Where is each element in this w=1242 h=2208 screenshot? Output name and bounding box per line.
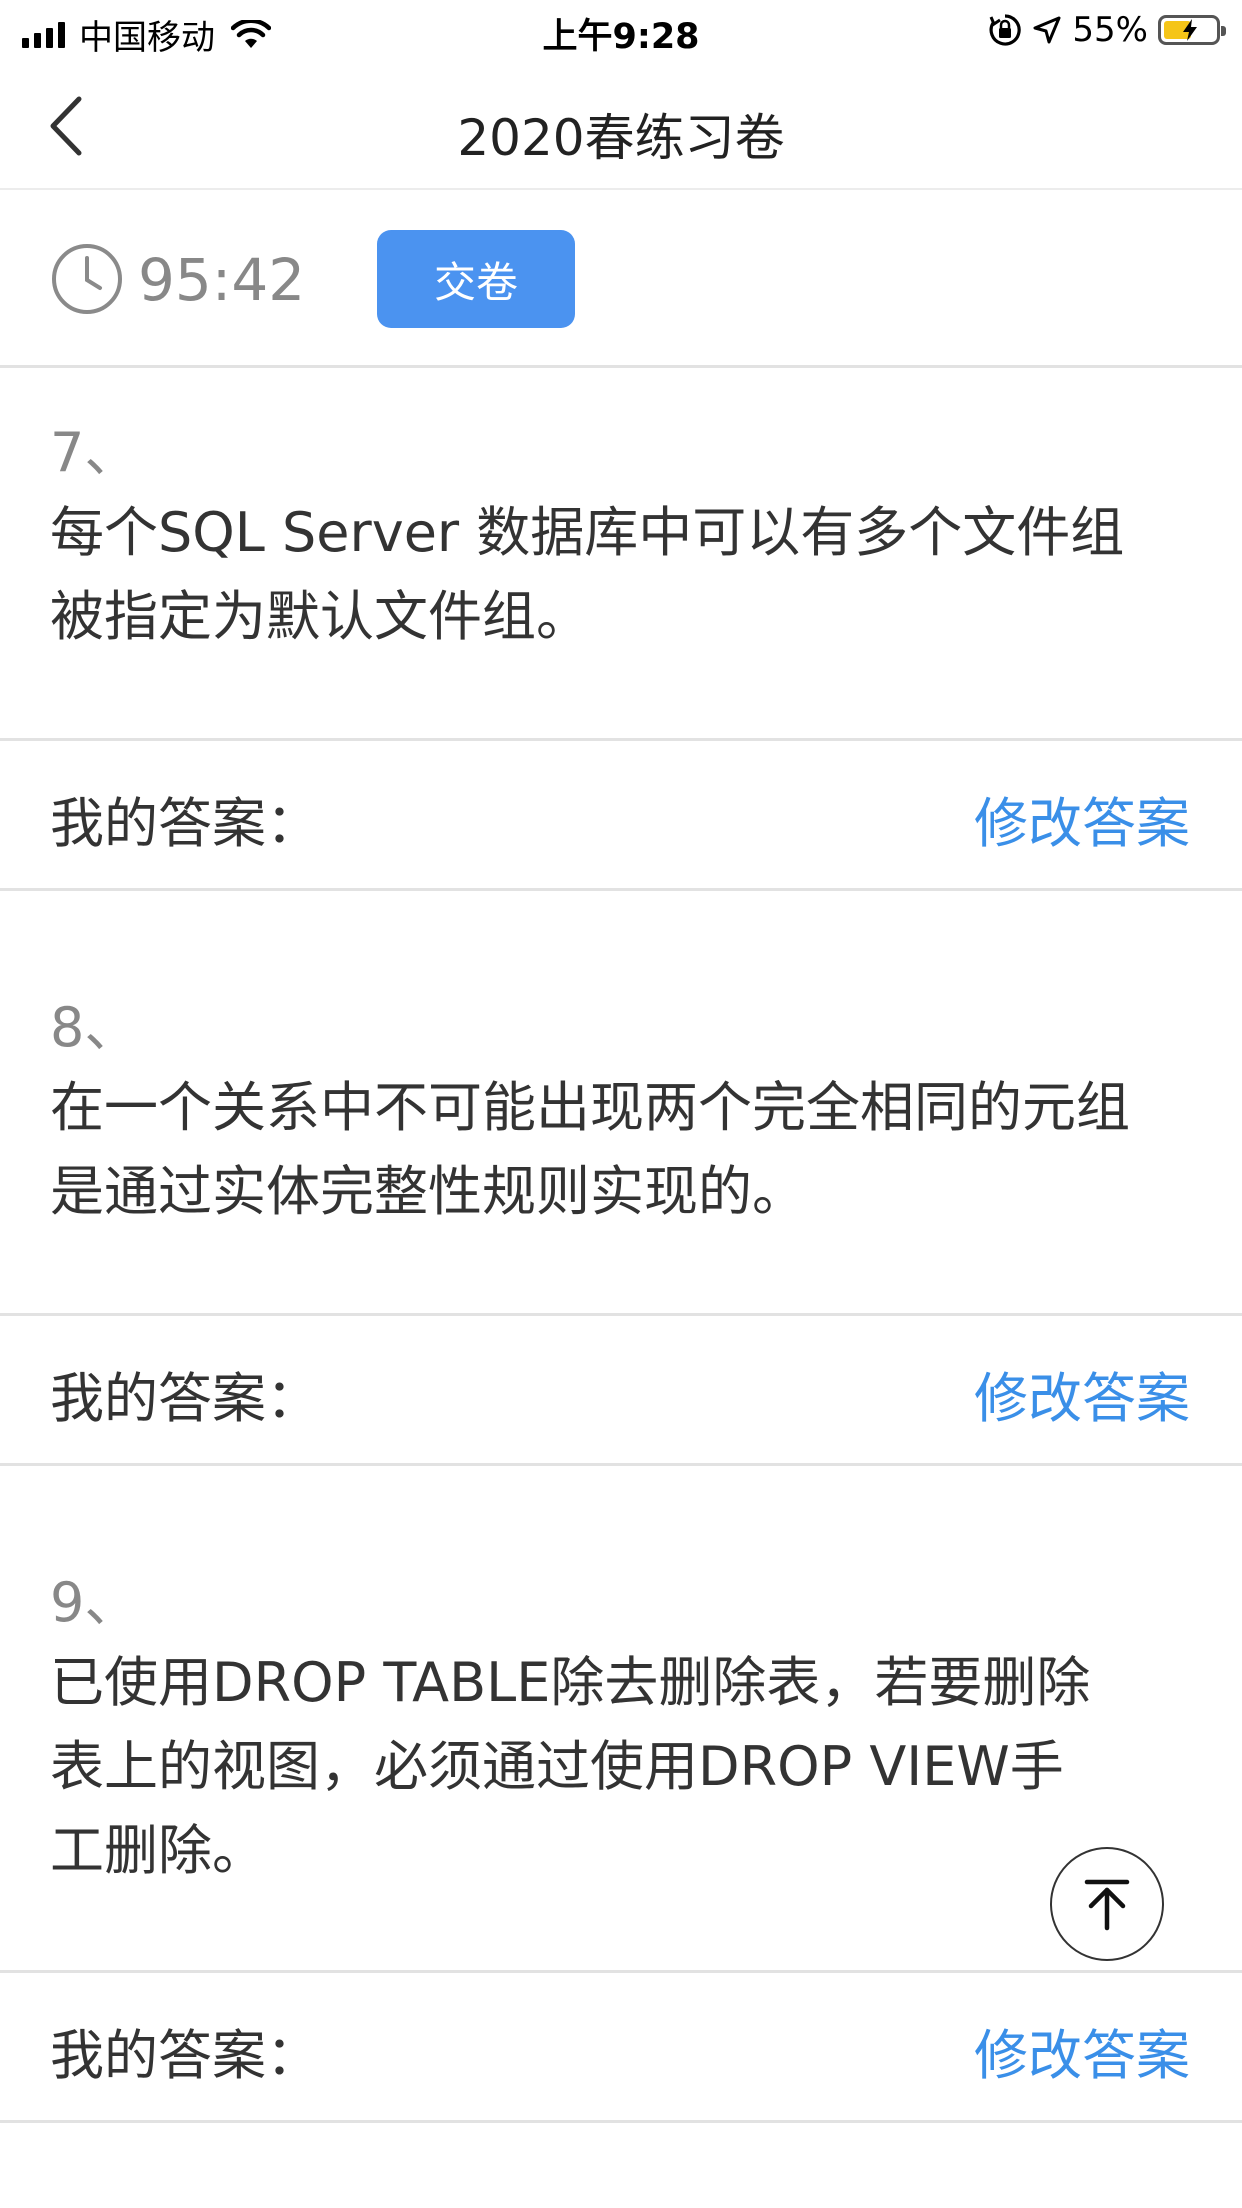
question-line: 表上的视图，必须通过使用DROP VIEW手 (50, 1735, 1064, 1798)
status-right: 55% (988, 10, 1226, 50)
location-icon (1033, 16, 1061, 44)
answer-row: 我的答案： 修改答案 (0, 1970, 1242, 2123)
submit-exam-button[interactable]: 交卷 (377, 230, 575, 328)
question-line: 被指定为默认文件组。 (50, 585, 590, 648)
battery-charging-icon (1158, 15, 1226, 45)
question-item: 7、 每个SQL Server 数据库中可以有多个文件组 被指定为默认文件组。 (0, 408, 1242, 659)
question-text: 已使用DROP TABLE除去删除表，若要删除 表上的视图，必须通过使用DROP… (50, 1641, 1192, 1893)
question-item: 9、 已使用DROP TABLE除去删除表，若要删除 表上的视图，必须通过使用D… (0, 1558, 1242, 1893)
answer-row: 我的答案： 修改答案 (0, 1313, 1242, 1466)
modify-answer-link[interactable]: 修改答案 (974, 1354, 1190, 1433)
answer-row: 我的答案： 修改答案 (0, 738, 1242, 891)
timer-bar: 95:42 交卷 (0, 190, 1242, 368)
question-number: 7、 (50, 421, 139, 484)
question-line: 在一个关系中不可能出现两个完全相同的元组 (50, 1076, 1130, 1139)
nav-bar: 2020春练习卷 (0, 62, 1242, 190)
question-text: 在一个关系中不可能出现两个完全相同的元组 是通过实体完整性规则实现的。 (50, 1066, 1192, 1234)
battery-percent: 55% (1072, 10, 1148, 50)
page-title: 2020春练习卷 (457, 109, 785, 167)
question-line: 工删除。 (50, 1819, 266, 1882)
my-answer-label: 我的答案： (50, 792, 320, 855)
orientation-lock-icon (989, 14, 1022, 46)
question-item: 8、 在一个关系中不可能出现两个完全相同的元组 是通过实体完整性规则实现的。 (0, 983, 1242, 1234)
modify-answer-link[interactable]: 修改答案 (974, 2011, 1190, 2090)
countdown-timer: 95:42 (138, 246, 306, 314)
status-bar: 中国移动 上午9:28 55% (0, 0, 1242, 62)
scroll-to-top-button[interactable] (1050, 1847, 1164, 1961)
question-number: 9、 (50, 1571, 139, 1634)
arrow-up-to-top-icon (1084, 1879, 1130, 1931)
question-number: 8、 (50, 996, 139, 1059)
question-text: 每个SQL Server 数据库中可以有多个文件组 被指定为默认文件组。 (50, 491, 1192, 659)
my-answer-label: 我的答案： (50, 1367, 320, 1430)
modify-answer-link[interactable]: 修改答案 (974, 779, 1190, 858)
question-line: 已使用DROP TABLE除去删除表，若要删除 (50, 1651, 1091, 1714)
clock-icon (52, 244, 122, 314)
question-line: 每个SQL Server 数据库中可以有多个文件组 (50, 501, 1125, 564)
question-line: 是通过实体完整性规则实现的。 (50, 1160, 806, 1223)
my-answer-label: 我的答案： (50, 2024, 320, 2087)
